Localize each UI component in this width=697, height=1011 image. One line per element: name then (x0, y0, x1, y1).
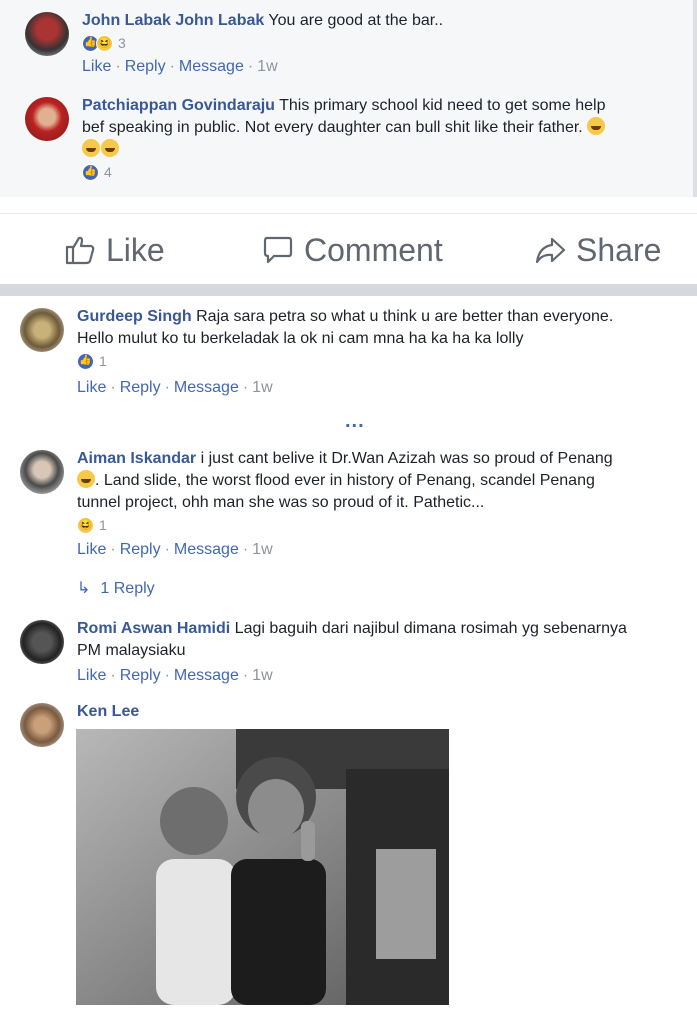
reply-link[interactable]: Reply (125, 58, 166, 75)
view-replies-link[interactable]: ↳ 1 Reply (77, 578, 155, 598)
reaction-count: 1 (99, 353, 107, 369)
comment-text: Raja sara petra so what u think u are be… (196, 308, 614, 325)
comment-time[interactable]: 1w (252, 541, 272, 558)
comment-author[interactable]: Romi Aswan Hamidi (77, 620, 230, 637)
grinning-emoji-icon (587, 117, 606, 135)
comment-text-line2: Hello mulut ko tu berkeladak la ok ni ca… (77, 330, 524, 347)
separator-dot: · (242, 667, 249, 684)
like-reaction-icon: 👍 (77, 352, 94, 370)
reaction-count: 1 (99, 517, 107, 533)
thumbs-up-icon (65, 236, 95, 265)
comment-line: Gurdeep Singh Raja sara petra so what u … (77, 306, 687, 328)
comment-action-label: Comment (304, 231, 443, 268)
reaction-summary[interactable]: 👍 4 (82, 161, 682, 183)
comment-text-line3: tunnel project, ohh man she was so proud… (77, 494, 485, 511)
panel-gap (0, 197, 697, 213)
like-link[interactable]: Like (77, 541, 106, 558)
message-link[interactable]: Message (174, 541, 239, 558)
speech-bubble-icon (263, 236, 293, 264)
share-action-button[interactable]: Share (534, 229, 661, 271)
avatar[interactable] (20, 308, 64, 352)
separator-dot: · (110, 667, 116, 684)
avatar[interactable] (25, 97, 69, 141)
share-action-label: Share (576, 231, 662, 268)
comment-time[interactable]: 1w (252, 667, 272, 684)
emoji-row (82, 139, 682, 161)
separator-dot: · (164, 541, 170, 558)
comment-actions: Like · Reply · Message · 1w (77, 539, 687, 561)
comment-photo[interactable] (76, 729, 449, 1005)
separator-dot: · (242, 379, 249, 396)
comment-author[interactable]: John Labak John Labak (82, 12, 264, 29)
comment-author[interactable]: Patchiappan Govindaraju (82, 97, 275, 114)
top-comments-panel: John Labak John Labak You are good at th… (0, 0, 697, 197)
comment-line: Patchiappan Govindaraju This primary sch… (82, 95, 682, 117)
separator-dot: · (247, 58, 254, 75)
post-action-bar: Like Comment Share (0, 213, 697, 286)
comment-author[interactable]: Aiman Iskandar (77, 450, 196, 467)
reaction-summary[interactable]: 👍 1 (77, 350, 687, 372)
haha-reaction-icon: 😆 (77, 516, 94, 534)
haha-reaction-icon: 😆 (96, 34, 113, 52)
comment-text-line2: . Land slide, the worst flood ever in hi… (77, 470, 687, 492)
like-action-button[interactable]: Like (64, 229, 165, 271)
reaction-summary[interactable]: 👍 😆 3 (82, 32, 682, 54)
comment-time[interactable]: 1w (252, 379, 272, 396)
separator-dot: · (242, 541, 249, 558)
comment-line: Romi Aswan Hamidi Lagi baguih dari najib… (77, 618, 687, 640)
comment-actions: Like · Reply · Message · 1w (77, 377, 687, 399)
panel-separator (0, 284, 697, 296)
comment-author[interactable]: Gurdeep Singh (77, 308, 192, 325)
message-link[interactable]: Message (174, 379, 239, 396)
avatar[interactable] (20, 620, 64, 664)
reaction-summary[interactable]: 😆 1 (77, 514, 687, 536)
comment-text: Lagi baguih dari najibul dimana rosimah … (234, 620, 627, 637)
comment-author[interactable]: Ken Lee (77, 703, 139, 720)
like-reaction-icon: 👍 (82, 163, 99, 181)
comment-text: This primary school kid need to get some… (279, 97, 606, 114)
thinking-emoji-icon (101, 139, 119, 157)
laughing-emoji-icon (82, 139, 100, 157)
comment-text-line2: bef speaking in public. Not every daught… (82, 117, 682, 139)
share-arrow-icon (535, 237, 566, 264)
like-link[interactable]: Like (77, 379, 106, 396)
separator-dot: · (164, 667, 170, 684)
avatar[interactable] (20, 703, 64, 747)
replies-count-label: 1 Reply (100, 580, 155, 597)
separator-dot: · (164, 379, 170, 396)
like-link[interactable]: Like (77, 667, 106, 684)
reaction-count: 4 (104, 164, 112, 180)
like-link[interactable]: Like (82, 58, 111, 75)
reaction-count: 3 (118, 35, 126, 51)
comment-actions: Like · Reply · Message · 1w (82, 56, 682, 78)
separator-dot: · (110, 541, 116, 558)
more-options-button[interactable]: ... (345, 410, 365, 433)
scroll-edge (693, 0, 697, 197)
comment-time[interactable]: 1w (257, 58, 277, 75)
reply-link[interactable]: Reply (120, 379, 161, 396)
comment-action-button[interactable]: Comment (262, 229, 443, 271)
comment-actions: Like · Reply · Message · 1w (77, 665, 687, 687)
comment-line: John Labak John Labak You are good at th… (82, 10, 682, 32)
reply-link[interactable]: Reply (120, 541, 161, 558)
reply-link[interactable]: Reply (120, 667, 161, 684)
comment-text: i just cant belive it Dr.Wan Azizah was … (200, 450, 613, 467)
separator-dot: · (115, 58, 121, 75)
message-link[interactable]: Message (174, 667, 239, 684)
message-link[interactable]: Message (179, 58, 244, 75)
like-action-label: Like (106, 231, 165, 268)
photo-image (76, 729, 449, 1005)
avatar[interactable] (25, 12, 69, 56)
separator-dot: · (169, 58, 175, 75)
avatar[interactable] (20, 450, 64, 494)
comment-line: Aiman Iskandar i just cant belive it Dr.… (77, 448, 687, 470)
reply-arrow-icon: ↳ (77, 580, 91, 597)
comments-panel: Gurdeep Singh Raja sara petra so what u … (0, 296, 697, 1011)
grinning-emoji-icon (77, 470, 95, 488)
comment-text-line2: PM malaysiaku (77, 642, 186, 659)
comment-text: You are good at the bar.. (268, 12, 444, 29)
separator-dot: · (110, 379, 116, 396)
